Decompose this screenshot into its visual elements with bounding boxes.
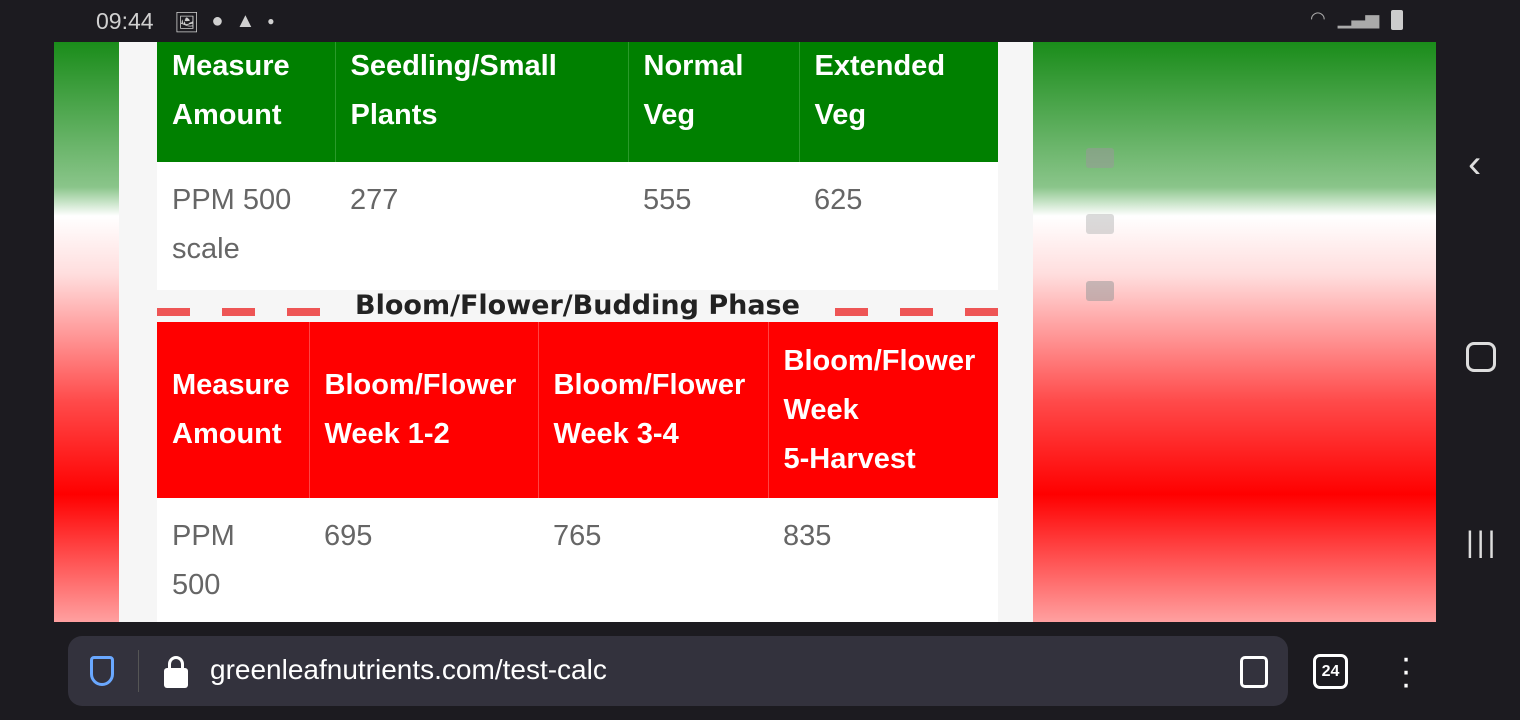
url-text[interactable]: greenleafnutrients.com/test-calc [210, 654, 607, 686]
header-cell: Measure Amount [157, 42, 335, 162]
header-cell: Normal Veg [627, 42, 799, 162]
account-icon: ● [211, 10, 224, 32]
cell: 835 [768, 498, 998, 622]
dot-icon: ● [267, 14, 275, 28]
image-icon: 🖼 [174, 12, 200, 34]
cell: PPM 500 [157, 498, 309, 622]
recents-icon[interactable]: ||| [1466, 526, 1498, 560]
back-icon[interactable]: ‹ [1468, 142, 1481, 187]
wifi-icon: ◠ [1310, 8, 1326, 28]
veg-table: Measure Amount Seedling/Small Plants Norma… [157, 42, 998, 290]
battery-icon [1391, 10, 1404, 30]
menu-icon[interactable]: · · · [1396, 641, 1416, 701]
cell: PPM 500 scale [157, 162, 335, 290]
header-cell: Extended Veg [798, 42, 998, 162]
status-bar: 09:44 🖼 ● ▲ ● ◠ ▁▃▅ [0, 0, 1520, 42]
home-icon[interactable] [1466, 342, 1496, 372]
signal-icon: ▁▃▅ [1337, 8, 1380, 28]
table-row: PPM 500 scale 277 555 625 [157, 162, 998, 290]
bloom-table: Measure Amount Bloom/Flower Week 1-2 Bloom… [157, 322, 998, 622]
table-row: PPM 500 695 765 835 [157, 498, 998, 622]
cell: 555 [628, 162, 799, 290]
nav-bar: ‹ ||| [1436, 42, 1520, 622]
header-cell: Bloom/Flower Week 3-4 [537, 322, 768, 498]
divider [138, 650, 139, 692]
folder-icon[interactable] [1086, 148, 1114, 168]
shield-icon[interactable] [90, 656, 114, 686]
phase-divider: Bloom/Flower/Budding Phase [157, 290, 998, 321]
web-page: Measure Amount Seedling/Small Plants Norma… [54, 42, 1436, 622]
header-cell: Bloom/Flower Week 1-2 [308, 322, 538, 498]
address-bar[interactable]: greenleafnutrients.com/test-calc [68, 636, 1288, 706]
header-cell: Seedling/Small Plants [334, 42, 628, 162]
clock: 09:44 [96, 8, 154, 34]
cell: 277 [335, 162, 628, 290]
phase-title: Bloom/Flower/Budding Phase [355, 290, 800, 321]
reader-mode-icon[interactable] [1240, 656, 1268, 688]
cell: 695 [309, 498, 538, 622]
browser-toolbar: greenleafnutrients.com/test-calc 24 · · · [0, 622, 1520, 720]
folder-icon[interactable] [1086, 281, 1114, 301]
tabs-button[interactable]: 24 [1313, 654, 1348, 689]
folder-icon[interactable] [1086, 214, 1114, 234]
cell: 765 [538, 498, 768, 622]
header-cell: Bloom/Flower Week 5-Harvest [767, 322, 998, 498]
cell: 625 [799, 162, 998, 290]
warning-icon: ▲ [235, 10, 256, 32]
header-cell: Measure Amount [157, 322, 309, 498]
